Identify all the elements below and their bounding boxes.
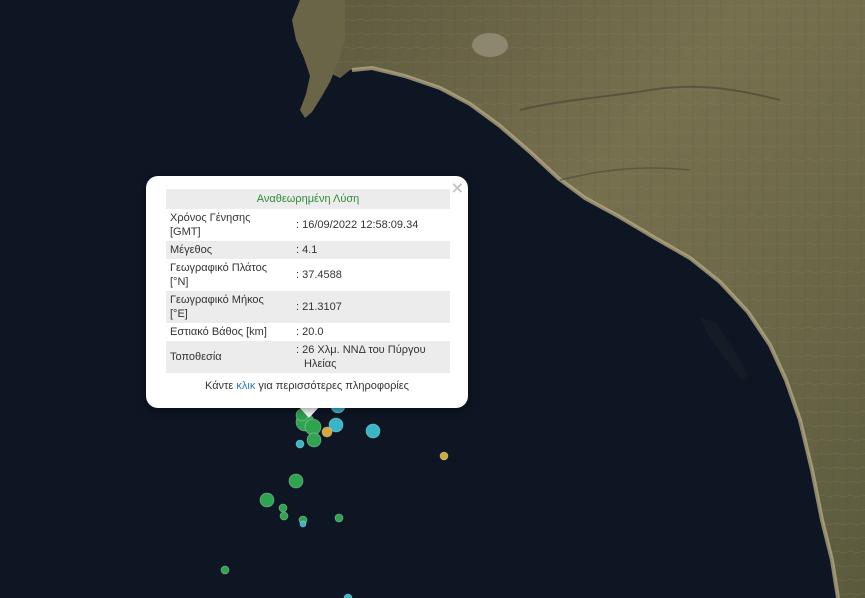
- row-value: : 20.0: [296, 326, 324, 338]
- earthquake-marker-icon[interactable]: [278, 503, 288, 513]
- earthquake-marker-icon[interactable]: [299, 520, 307, 528]
- row-value: : 37.4588: [296, 269, 342, 281]
- table-row: Γεωγραφικό Μήκος [°E] : 21.3107: [166, 291, 450, 323]
- earthquake-marker-icon[interactable]: [365, 423, 381, 439]
- earthquake-marker-icon[interactable]: [295, 439, 305, 449]
- row-label: Τοποθεσία: [170, 351, 222, 363]
- earthquake-marker-icon[interactable]: [334, 513, 344, 523]
- popup-title: Αναθεωρημένη Λύση: [256, 193, 360, 205]
- earthquake-marker-icon[interactable]: [321, 426, 333, 438]
- earthquake-marker-icon[interactable]: [259, 492, 275, 508]
- value-line: : 26 Χλμ. ΝΝΔ του Πύργου: [296, 344, 426, 356]
- row-label: Χρόνος Γένησης [GMT]: [166, 209, 292, 241]
- row-label: Γεωγραφικό Πλάτος [°N]: [166, 259, 292, 291]
- table-row: Γεωγραφικό Πλάτος [°N] : 37.4588: [166, 259, 450, 291]
- earthquake-marker-icon[interactable]: [288, 473, 304, 489]
- label-unit: [°E]: [170, 308, 188, 320]
- earthquake-marker-icon[interactable]: [220, 565, 230, 575]
- label-line: Χρόνος Γένησης: [170, 212, 251, 224]
- row-value: : 16/09/2022 12:58:09.34: [296, 219, 419, 231]
- row-value: : 21.3107: [296, 301, 342, 313]
- earthquake-marker-icon[interactable]: [439, 451, 449, 461]
- table-row: Μέγεθος : 4.1: [166, 241, 450, 259]
- label-line: Γεωγραφικό Πλάτος: [170, 262, 268, 274]
- row-value: : 4.1: [296, 244, 318, 256]
- row-label: Γεωγραφικό Μήκος [°E]: [166, 291, 292, 323]
- footer-text: Κάντε: [205, 380, 237, 392]
- table-row: Τοποθεσία : 26 Χλμ. ΝΝΔ του Πύργου Ηλείας: [166, 341, 450, 373]
- row-label: Μέγεθος: [170, 244, 213, 256]
- table-row: Εστιακό Βάθος [km] : 20.0: [166, 323, 450, 341]
- label-line: Γεωγραφικό Μήκος: [170, 294, 264, 306]
- label-unit: [°N]: [170, 276, 189, 288]
- popup-title-row: Αναθεωρημένη Λύση: [166, 189, 450, 209]
- earthquake-marker-icon[interactable]: [279, 511, 289, 521]
- footer-text: για περισσότερες πληροφορίες: [255, 380, 409, 392]
- row-label: Εστιακό Βάθος [km]: [170, 326, 267, 338]
- earthquake-info-table: Αναθεωρημένη Λύση Χρόνος Γένησης [GMT] : …: [166, 189, 450, 373]
- town: [472, 33, 508, 57]
- popup-footer: Κάντε κλικ για περισσότερες πληροφορίες: [146, 380, 468, 392]
- table-row: Χρόνος Γένησης [GMT] : 16/09/2022 12:58:0…: [166, 209, 450, 241]
- value-line: Ηλείας: [304, 358, 337, 370]
- more-info-link[interactable]: κλικ: [236, 380, 255, 392]
- row-value: : 26 Χλμ. ΝΝΔ του Πύργου Ηλείας: [292, 341, 450, 373]
- earthquake-popup: × Αναθεωρημένη Λύση Χρόνος Γένησης [GMT] …: [146, 176, 468, 408]
- label-unit: [GMT]: [170, 226, 201, 238]
- close-icon[interactable]: ×: [451, 179, 464, 197]
- earthquake-marker-icon[interactable]: [304, 418, 322, 436]
- earthquake-marker-icon[interactable]: [306, 432, 322, 448]
